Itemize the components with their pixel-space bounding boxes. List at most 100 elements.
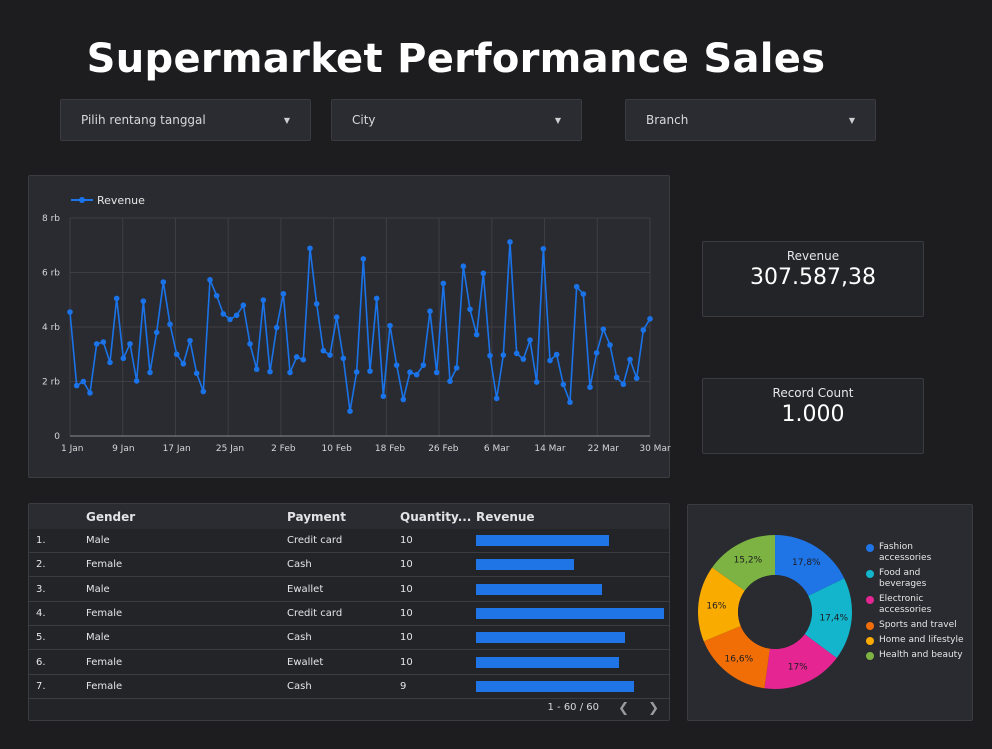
data-point[interactable] [260,297,267,303]
data-point[interactable] [413,371,420,378]
legend-item[interactable]: Fashion accessories [866,542,966,564]
data-point[interactable] [460,263,467,270]
data-point[interactable] [133,378,140,384]
data-point[interactable] [87,390,93,396]
column-header-revenue[interactable]: Revenue [476,510,535,524]
data-point[interactable] [340,355,347,362]
data-point[interactable] [387,322,393,329]
data-point[interactable] [180,360,187,367]
data-point[interactable] [93,341,100,347]
data-point[interactable] [147,369,153,376]
data-point[interactable] [280,290,287,297]
legend-item[interactable]: Health and beauty [866,650,966,661]
column-header-payment[interactable]: Payment [287,510,346,524]
data-point[interactable] [253,366,260,373]
data-point[interactable] [640,327,647,333]
data-point[interactable] [360,256,367,262]
data-point[interactable] [487,352,493,359]
legend-item[interactable]: Sports and travel [866,620,966,631]
data-point[interactable] [440,280,447,287]
data-point[interactable] [467,306,473,313]
data-point[interactable] [213,292,220,299]
data-point[interactable] [493,395,500,402]
data-point[interactable] [207,277,213,283]
table-row[interactable]: 2. Female Cash 10 [29,553,669,578]
data-point[interactable] [267,368,273,375]
city-filter[interactable]: City ▼ [331,99,582,141]
data-point[interactable] [307,245,313,252]
data-point[interactable] [573,283,580,290]
data-point[interactable] [620,381,627,388]
data-point[interactable] [507,239,513,245]
data-point[interactable] [513,350,520,357]
data-point[interactable] [247,341,253,347]
data-point[interactable] [100,339,107,345]
data-point[interactable] [107,359,113,366]
data-point[interactable] [140,298,147,304]
table-row[interactable]: 6. Female Ewallet 10 [29,651,669,675]
data-point[interactable] [547,357,553,364]
data-point[interactable] [380,393,387,400]
data-point[interactable] [293,354,300,360]
data-point[interactable] [187,337,193,344]
data-point[interactable] [593,350,600,356]
legend-item[interactable]: Home and lifestyle [866,635,966,646]
table-row[interactable]: 1. Male Credit card 10 [29,529,669,553]
data-point[interactable] [447,378,453,385]
data-point[interactable] [73,382,80,389]
data-point[interactable] [613,374,620,381]
data-point[interactable] [633,375,640,382]
data-point[interactable] [160,279,167,285]
table-row[interactable]: 5. Male Cash 10 [29,626,669,651]
data-point[interactable] [353,369,360,375]
prev-page-icon[interactable]: ❮ [618,701,629,716]
data-point[interactable] [367,368,373,374]
data-point[interactable] [127,341,133,347]
data-point[interactable] [560,381,567,388]
data-point[interactable] [600,326,607,332]
data-point[interactable] [327,352,333,358]
legend-item[interactable]: Food and beverages [866,568,966,590]
legend-item[interactable]: Electronic accessories [866,594,966,616]
data-point[interactable] [433,369,440,376]
data-point[interactable] [627,356,633,363]
data-point[interactable] [113,295,120,302]
data-point[interactable] [333,314,340,320]
data-point[interactable] [580,291,587,297]
data-point[interactable] [67,309,73,315]
data-point[interactable] [273,324,280,331]
data-point[interactable] [587,384,593,391]
table-row[interactable]: 7. Female Cash 9 [29,675,669,699]
table-row[interactable]: 3. Male Ewallet 10 [29,578,669,602]
data-point[interactable] [407,369,413,376]
data-point[interactable] [400,396,407,403]
data-point[interactable] [347,408,353,415]
data-point[interactable] [453,365,460,371]
data-point[interactable] [553,351,560,358]
data-point[interactable] [167,321,173,328]
data-point[interactable] [373,295,380,302]
data-point[interactable] [80,378,87,385]
data-point[interactable] [520,356,527,362]
next-page-icon[interactable]: ❯ [648,701,659,716]
data-point[interactable] [193,370,200,377]
data-point[interactable] [240,302,247,308]
data-point[interactable] [500,352,507,358]
data-point[interactable] [393,362,400,368]
date-range-filter[interactable]: Pilih rentang tanggal ▼ [60,99,311,141]
data-point[interactable] [607,342,613,348]
table-row[interactable]: 4. Female Credit card 10 [29,602,669,626]
data-point[interactable] [420,362,427,368]
data-point[interactable] [233,312,240,319]
data-point[interactable] [173,351,180,358]
data-point[interactable] [153,329,160,336]
data-point[interactable] [313,301,320,307]
data-point[interactable] [480,270,487,277]
column-header-gender[interactable]: Gender [86,510,135,524]
data-point[interactable] [533,379,540,385]
data-point[interactable] [220,311,227,317]
column-header-quantity[interactable]: Quantity... [400,510,471,524]
data-point[interactable] [320,347,327,354]
branch-filter[interactable]: Branch ▼ [625,99,876,141]
data-point[interactable] [227,316,233,323]
